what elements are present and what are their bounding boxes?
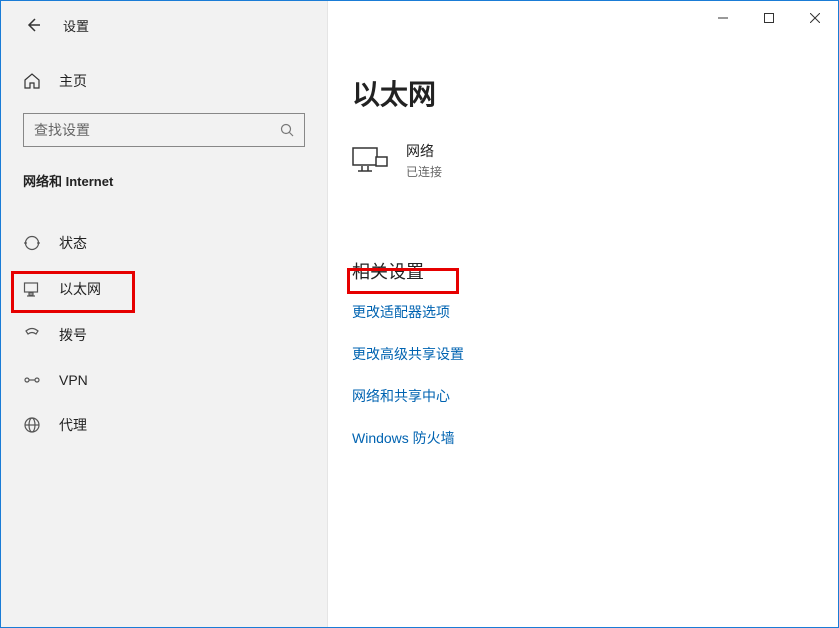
settings-window: 设置 主页 网络和 Internet	[1, 1, 838, 627]
ethernet-icon	[23, 280, 41, 298]
sidebar-item-status[interactable]: 状态	[1, 220, 327, 266]
titlebar: 设置	[1, 1, 838, 49]
app-title: 设置	[63, 16, 89, 35]
search-box[interactable]	[23, 113, 305, 147]
dialup-icon	[23, 326, 41, 344]
close-icon	[810, 13, 820, 23]
close-button[interactable]	[792, 1, 838, 35]
sidebar-item-label: VPN	[59, 372, 88, 388]
maximize-icon	[764, 13, 774, 23]
sidebar-item-vpn[interactable]: VPN	[1, 358, 327, 402]
connection-status: 已连接	[406, 163, 442, 180]
link-windows-firewall[interactable]: Windows 防火墙	[352, 428, 455, 448]
connection-text: 网络 已连接	[406, 141, 442, 180]
minimize-icon	[718, 13, 728, 23]
link-network-sharing-center[interactable]: 网络和共享中心	[352, 386, 450, 406]
sidebar-item-label: 代理	[59, 415, 87, 435]
sidebar-item-label: 拨号	[59, 325, 87, 345]
nav-list: 状态 以太网 拨号 VPN	[1, 220, 327, 448]
home-icon	[23, 72, 41, 90]
titlebar-left: 设置	[1, 15, 89, 35]
status-icon	[23, 234, 41, 252]
minimize-button[interactable]	[700, 1, 746, 35]
category-title: 网络和 Internet	[23, 171, 305, 190]
back-button[interactable]	[23, 15, 43, 35]
related-settings-title: 相关设置	[328, 180, 838, 284]
sidebar-item-ethernet[interactable]: 以太网	[1, 266, 327, 312]
sidebar-item-label: 状态	[59, 233, 87, 253]
maximize-button[interactable]	[746, 1, 792, 35]
vpn-icon	[23, 371, 41, 389]
connection-name: 网络	[406, 141, 442, 161]
window-controls	[700, 1, 838, 41]
sidebar-item-proxy[interactable]: 代理	[1, 402, 327, 448]
sidebar-item-dialup[interactable]: 拨号	[1, 312, 327, 358]
sidebar: 主页 网络和 Internet 状态 以太网	[1, 1, 328, 627]
monitor-icon	[352, 147, 388, 175]
page-title: 以太网	[328, 57, 838, 113]
search-icon	[280, 123, 294, 137]
home-label: 主页	[59, 71, 87, 91]
sidebar-item-label: 以太网	[59, 279, 101, 299]
home-link[interactable]: 主页	[1, 63, 327, 103]
link-change-adapter-options[interactable]: 更改适配器选项	[352, 302, 450, 322]
related-links: 更改适配器选项 更改高级共享设置 网络和共享中心 Windows 防火墙	[328, 284, 838, 448]
main-content: 以太网 网络 已连接 相关设置 更改适配器选项 更改高级共享设置 网络和共享中心…	[328, 1, 838, 627]
search-input[interactable]	[34, 122, 280, 138]
proxy-icon	[23, 416, 41, 434]
arrow-left-icon	[25, 17, 41, 33]
connection-item[interactable]: 网络 已连接	[328, 113, 838, 180]
link-change-advanced-sharing[interactable]: 更改高级共享设置	[352, 344, 464, 364]
